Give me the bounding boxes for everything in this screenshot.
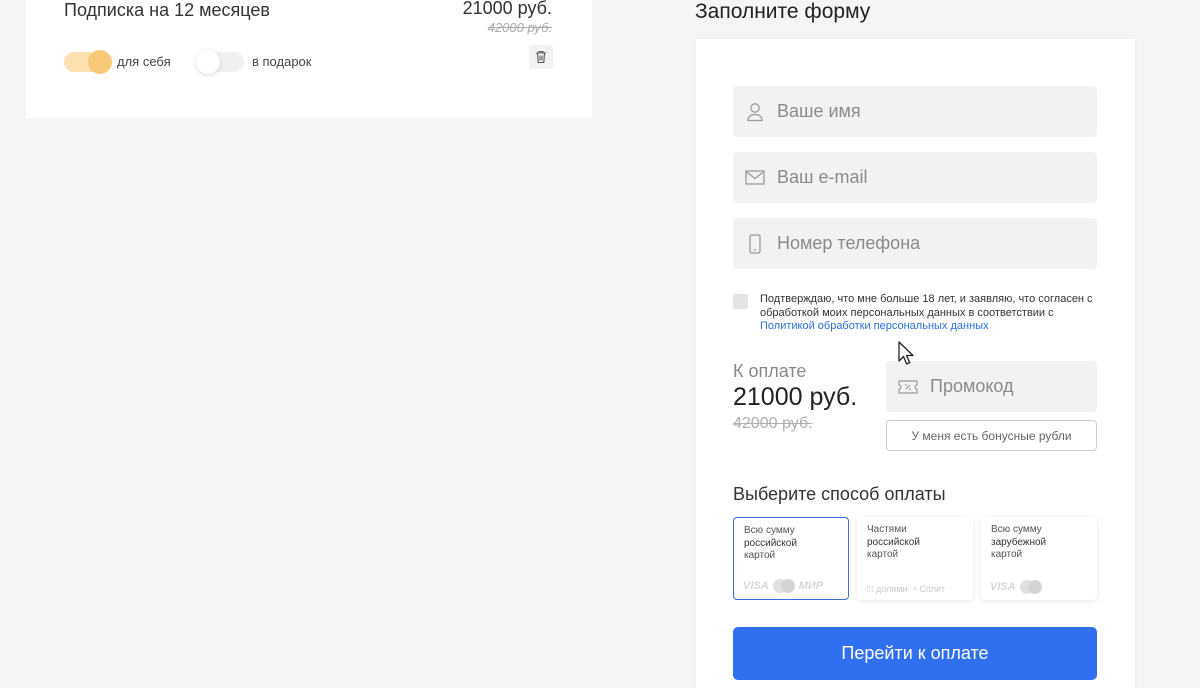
user-icon: [733, 102, 777, 122]
toggle-as-gift-label: в подарок: [252, 54, 312, 69]
method-line: российской: [867, 536, 920, 548]
card-logos: VISA: [990, 580, 1042, 594]
dolyami-logo: ⁞⁞⁞ долями: [866, 584, 908, 594]
method-line: картой: [991, 549, 1023, 560]
email-field[interactable]: Ваш e-mail: [733, 152, 1097, 203]
payment-method-title: Выберите способ оплаты: [733, 484, 946, 504]
dolyami-label: долями: [876, 584, 908, 594]
pay-old-amount: 42000 руб.: [733, 415, 813, 432]
mastercard-icon: [1019, 580, 1042, 594]
pay-label: К оплате: [733, 361, 807, 381]
mastercard-icon: [772, 579, 795, 593]
card-logos: VISA МИР: [743, 579, 823, 593]
toggle-knob: [88, 50, 112, 74]
mouse-cursor-icon: [898, 341, 914, 365]
installment-logos: ⁞⁞⁞ долями ◔ Сплит: [866, 584, 945, 594]
consent-checkbox[interactable]: [733, 294, 748, 309]
item-price: 21000 руб.: [462, 0, 552, 18]
method-line: Частями: [867, 524, 907, 535]
promo-code-field[interactable]: Промокод: [886, 361, 1097, 412]
promo-code-placeholder: Промокод: [930, 376, 1014, 396]
ticket-icon: [886, 379, 930, 394]
payment-method-foreign-card[interactable]: Всю сумму зарубежной картой VISA: [981, 517, 1097, 600]
method-description: Всю сумму российской картой: [744, 525, 838, 563]
pay-amount: 21000 руб.: [733, 383, 858, 411]
consent-statement: Подтверждаю, что мне больше 18 лет, и за…: [760, 293, 1093, 319]
toggle-for-self-label: для себя: [117, 54, 171, 69]
method-line: российской: [744, 537, 797, 549]
email-placeholder: Ваш e-mail: [777, 167, 868, 187]
split-label: Сплит: [919, 584, 946, 594]
method-description: Частями российской картой: [867, 524, 963, 562]
name-placeholder: Ваше имя: [777, 101, 861, 121]
toggle-knob: [196, 50, 220, 74]
envelope-icon: [733, 170, 777, 185]
proceed-to-payment-button[interactable]: Перейти к оплате: [733, 627, 1097, 680]
toggle-for-self[interactable]: [64, 50, 112, 74]
consent-row: Подтверждаю, что мне больше 18 лет, и за…: [733, 293, 1097, 334]
name-field[interactable]: Ваше имя: [733, 86, 1097, 137]
payment-method-installments[interactable]: Частями российской картой ⁞⁞⁞ долями ◔ Спл…: [857, 517, 973, 600]
phone-icon: [733, 233, 777, 254]
payment-method-russian-card-full[interactable]: Всю сумму российской картой VISA МИР: [733, 517, 849, 600]
method-line: Всю сумму: [991, 524, 1042, 535]
method-line: зарубежной: [991, 536, 1047, 548]
mir-logo: МИР: [798, 580, 824, 592]
method-line: картой: [744, 550, 776, 561]
delete-item-button[interactable]: [529, 45, 553, 69]
bonus-rubles-button[interactable]: У меня есть бонусные рубли: [886, 420, 1097, 451]
method-description: Всю сумму зарубежной картой: [991, 524, 1087, 562]
item-old-price: 42000 руб.: [487, 20, 552, 35]
privacy-policy-link[interactable]: Политикой обработки персональных данных: [760, 320, 989, 332]
phone-field[interactable]: Номер телефона: [733, 218, 1097, 269]
visa-logo: VISA: [990, 581, 1016, 593]
split-logo: ◔ Сплит: [911, 584, 946, 594]
trash-icon: [536, 50, 546, 64]
item-title: Подписка на 12 месяцев: [64, 0, 270, 20]
toggle-as-gift[interactable]: [196, 50, 244, 74]
visa-logo: VISA: [743, 580, 769, 592]
method-line: картой: [867, 549, 899, 560]
cart-item-card: Подписка на 12 месяцев 21000 руб. 42000 …: [26, 0, 592, 118]
phone-placeholder: Номер телефона: [777, 233, 921, 253]
method-line: Всю сумму: [744, 525, 795, 536]
consent-text: Подтверждаю, что мне больше 18 лет, и за…: [760, 293, 1097, 334]
form-title: Заполните форму: [695, 0, 871, 23]
